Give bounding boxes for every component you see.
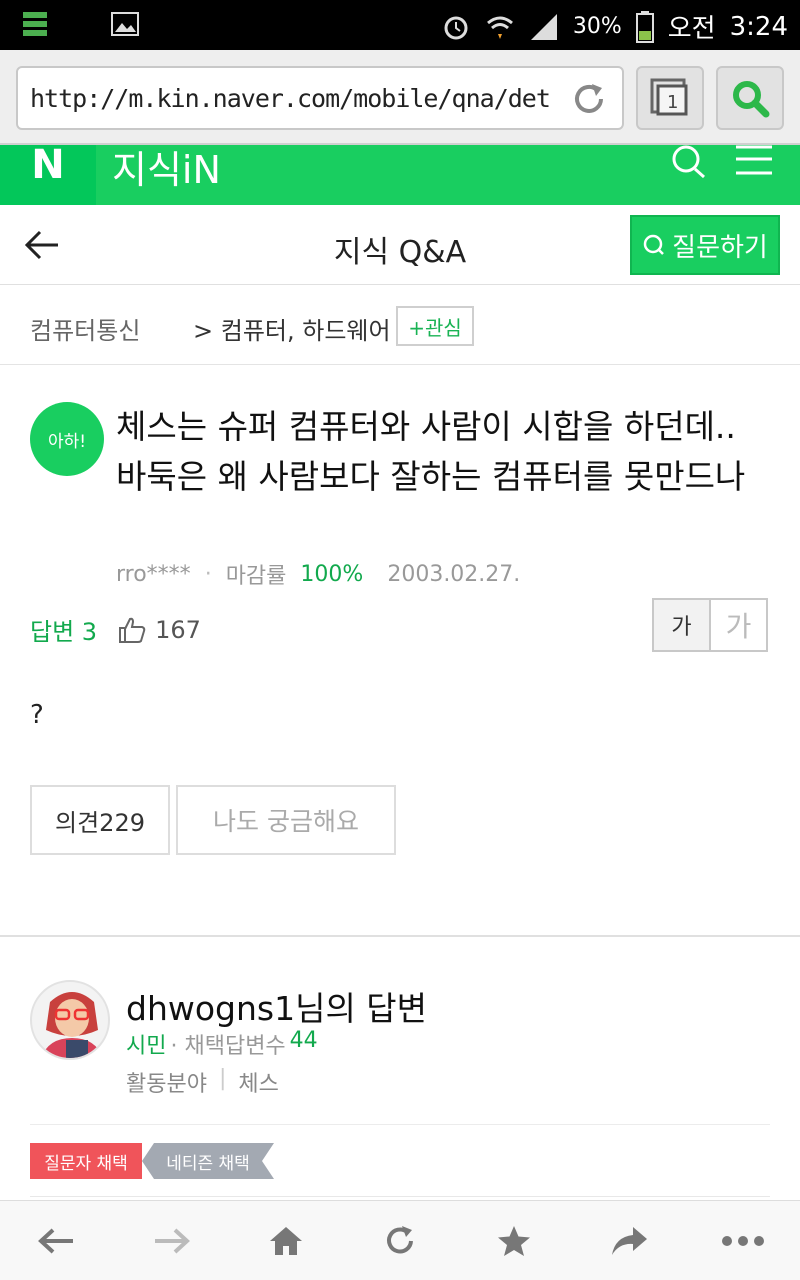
question-author[interactable]: rro**** bbox=[116, 562, 191, 587]
meta-separator: · bbox=[204, 561, 212, 587]
signal-icon bbox=[530, 13, 557, 40]
me-too-button[interactable]: 나도 궁금해요 bbox=[176, 785, 396, 855]
battery-percent: 30% bbox=[572, 14, 622, 39]
share-icon bbox=[611, 1226, 647, 1255]
battery-icon bbox=[635, 10, 654, 43]
browser-toolbar: http://m.kin.naver.com/mobile/qna/det...… bbox=[0, 50, 800, 145]
answerer-level-row: 시민 · 채택답변수 44 bbox=[126, 1028, 318, 1060]
service-title[interactable]: 지식iN bbox=[112, 145, 221, 194]
field-value: 체스 bbox=[238, 1072, 279, 1097]
tabs-button[interactable]: 1 bbox=[636, 66, 704, 130]
field-separator: | bbox=[218, 1066, 227, 1091]
close-rate-value: 100% bbox=[300, 561, 364, 587]
forward-icon bbox=[155, 1228, 191, 1253]
nav-more-button[interactable] bbox=[713, 1211, 773, 1271]
nav-back-button[interactable] bbox=[27, 1211, 87, 1271]
question-title: 체스는 슈퍼 컴퓨터와 사람이 시합을 하던데.. 바둑은 왜 사람보다 잘하는… bbox=[116, 407, 746, 496]
font-small-button[interactable]: 가 bbox=[654, 600, 711, 650]
question-stats: 답변 3 167 bbox=[30, 612, 201, 647]
netizen-selected-tag: 네티즌 채택 bbox=[142, 1143, 274, 1179]
time: 3:24 bbox=[729, 11, 788, 42]
naver-logo[interactable]: N bbox=[0, 145, 96, 205]
reload-icon[interactable] bbox=[570, 80, 608, 118]
close-rate-label: 마감률 bbox=[225, 564, 287, 589]
selected-answers-count: 44 bbox=[289, 1028, 318, 1053]
font-large-button[interactable]: 가 bbox=[711, 600, 766, 650]
notification-stack-icon bbox=[23, 12, 47, 36]
nav-share-button[interactable] bbox=[599, 1211, 659, 1271]
answer-count[interactable]: 답변 3 bbox=[30, 612, 97, 647]
wifi-icon bbox=[486, 16, 513, 39]
time-ampm: 오전 bbox=[667, 14, 716, 44]
answerer-field-row: 활동분야 | 체스 bbox=[126, 1066, 279, 1098]
ask-question-label: 질문하기 bbox=[672, 232, 768, 263]
question-meta: rro**** · 마감률 100% 2003.02.27. bbox=[116, 558, 520, 590]
question-date: 2003.02.27. bbox=[387, 561, 521, 587]
answerer-name[interactable]: dhwogns1님의 답변 bbox=[126, 982, 427, 1030]
like-button[interactable]: 167 bbox=[117, 615, 201, 645]
nav-forward-button[interactable] bbox=[141, 1211, 201, 1271]
tab-count: 1 bbox=[667, 92, 678, 113]
field-label: 활동분야 bbox=[126, 1072, 207, 1097]
divider bbox=[30, 1124, 770, 1125]
question-body: ? bbox=[30, 700, 44, 730]
divider bbox=[30, 1196, 770, 1197]
nav-bookmark-button[interactable] bbox=[484, 1211, 544, 1271]
thumbs-up-icon bbox=[119, 617, 146, 643]
breadcrumb: 컴퓨터통신 > 컴퓨터, 하드웨어 +관심 bbox=[0, 285, 800, 365]
asker-selected-tag: 질문자 채택 bbox=[30, 1143, 142, 1179]
ask-question-button[interactable]: 질문하기 bbox=[630, 215, 780, 275]
status-bar: 30% 오전 3:24 bbox=[0, 0, 800, 50]
breadcrumb-subcategory[interactable]: > 컴퓨터, 하드웨어 bbox=[193, 311, 391, 346]
search-icon[interactable] bbox=[668, 145, 708, 185]
divider bbox=[0, 935, 800, 937]
avatar-icon bbox=[41, 992, 103, 1058]
reload-icon bbox=[387, 1225, 413, 1253]
image-icon bbox=[111, 12, 139, 36]
nav-home-button[interactable] bbox=[256, 1211, 316, 1271]
back-icon bbox=[38, 1228, 74, 1253]
search-button[interactable] bbox=[716, 66, 784, 130]
q-search-icon bbox=[643, 234, 665, 255]
url-field[interactable]: http://m.kin.naver.com/mobile/qna/det... bbox=[16, 66, 624, 130]
naver-header: N 지식iN bbox=[0, 145, 800, 205]
menu-icon[interactable] bbox=[734, 145, 774, 185]
question-badge: 아하! bbox=[30, 402, 104, 476]
alarm-icon bbox=[444, 16, 468, 39]
nav-reload-button[interactable] bbox=[370, 1211, 430, 1271]
more-icon bbox=[721, 1235, 764, 1246]
tabs-icon: 1 bbox=[650, 78, 688, 116]
browser-bottom-bar bbox=[0, 1200, 800, 1280]
opinion-button[interactable]: 의견229 bbox=[30, 785, 170, 855]
url-text[interactable]: http://m.kin.naver.com/mobile/qna/det... bbox=[30, 84, 550, 113]
font-size-toggle: 가 가 bbox=[652, 598, 768, 652]
selected-answers-label: · 채택답변수 bbox=[170, 1034, 286, 1059]
page-header: 지식 Q&A 질문하기 bbox=[0, 205, 800, 285]
avatar[interactable] bbox=[30, 980, 110, 1060]
follow-button[interactable]: +관심 bbox=[396, 306, 474, 346]
breadcrumb-category[interactable]: 컴퓨터통신 bbox=[30, 311, 140, 346]
like-count: 167 bbox=[155, 615, 201, 644]
search-icon bbox=[733, 81, 770, 118]
star-icon bbox=[498, 1225, 531, 1256]
answerer-level: 시민 bbox=[126, 1034, 167, 1059]
home-icon bbox=[269, 1226, 302, 1255]
